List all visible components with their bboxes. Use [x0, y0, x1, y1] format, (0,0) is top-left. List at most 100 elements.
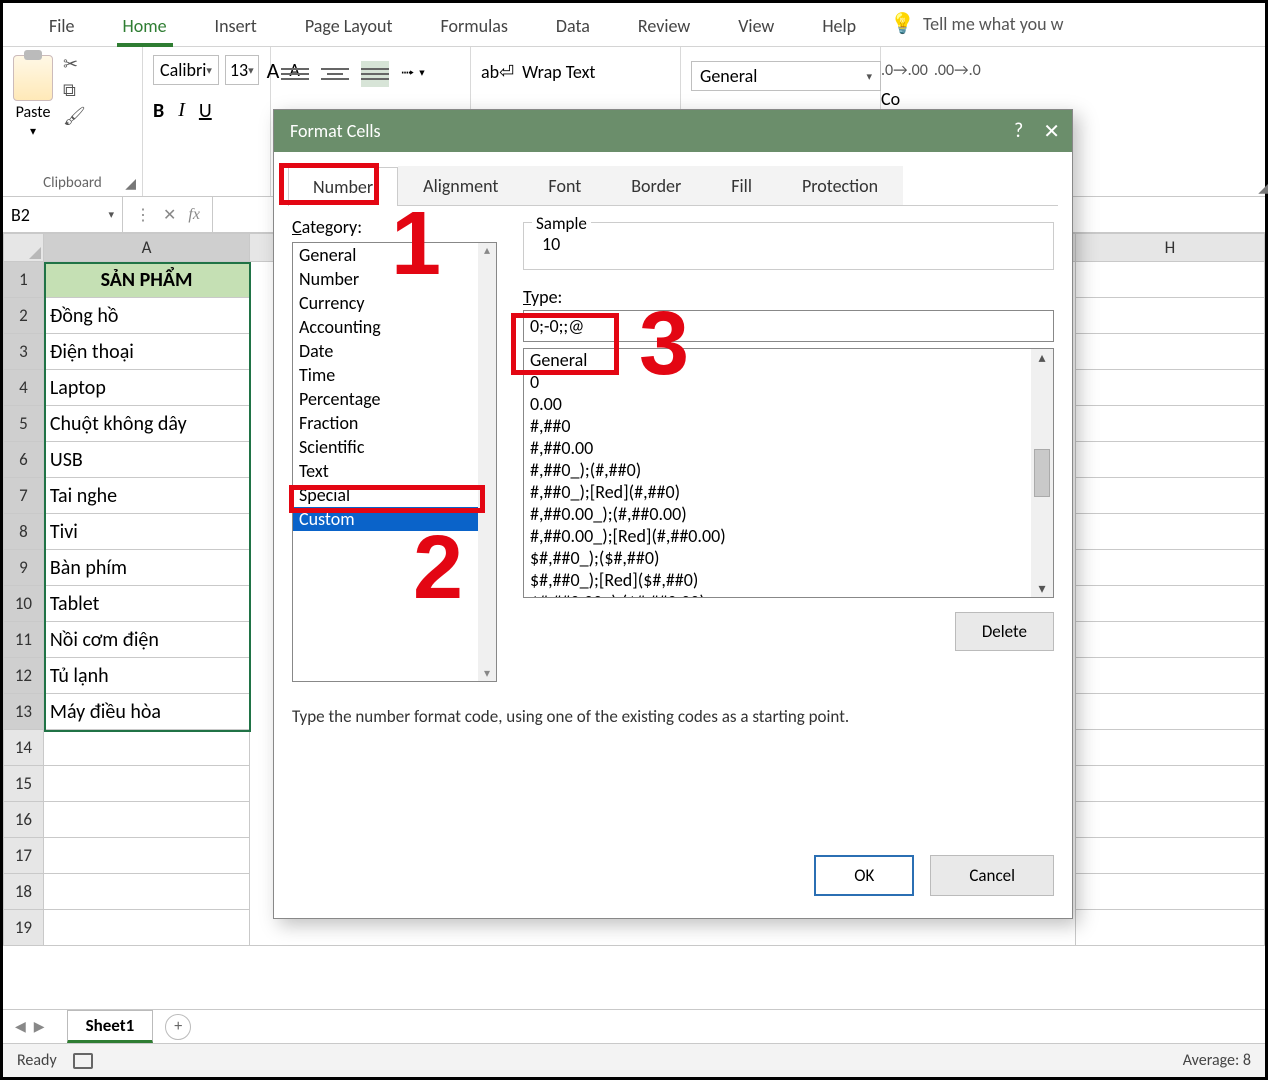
row-header[interactable]: 18 — [4, 874, 44, 910]
type-item[interactable]: 0.00 — [524, 393, 1053, 415]
cell-h9[interactable] — [1075, 550, 1264, 586]
cell-h4[interactable] — [1075, 370, 1264, 406]
italic-button[interactable]: I — [178, 99, 185, 123]
underline-button[interactable]: U — [199, 99, 212, 123]
row-header[interactable]: 6 — [4, 442, 44, 478]
scroll-thumb[interactable] — [1034, 449, 1050, 497]
category-item[interactable]: Date — [293, 339, 496, 363]
cell-a16[interactable] — [43, 802, 249, 838]
formula-menu-icon[interactable]: ⋮ — [135, 205, 151, 225]
col-header-a[interactable]: A — [43, 234, 249, 262]
ok-button[interactable]: OK — [814, 855, 914, 896]
format-painter-icon[interactable]: 🖌 — [63, 107, 86, 125]
copy-icon[interactable]: ⧉ — [63, 81, 86, 99]
cell-a6[interactable]: USB — [43, 442, 249, 478]
dialog-tab-font[interactable]: Font — [523, 166, 606, 205]
bold-button[interactable]: B — [153, 99, 164, 123]
cell-a11[interactable]: Nồi cơm điện — [43, 622, 249, 658]
cell-h19[interactable] — [1075, 910, 1264, 946]
cell-h14[interactable] — [1075, 730, 1264, 766]
type-item[interactable]: #,##0.00_);(#,##0.00) — [524, 503, 1053, 525]
cut-icon[interactable]: ✂ — [63, 55, 86, 73]
cell-h13[interactable] — [1075, 694, 1264, 730]
decrease-decimal-icon[interactable]: .0→.00 — [881, 61, 928, 80]
cell-h3[interactable] — [1075, 334, 1264, 370]
row-header[interactable]: 4 — [4, 370, 44, 406]
align-bottom-icon[interactable] — [361, 61, 389, 87]
cell-a8[interactable]: Tivi — [43, 514, 249, 550]
row-header[interactable]: 1 — [4, 262, 44, 298]
row-header[interactable]: 13 — [4, 694, 44, 730]
row-header[interactable]: 16 — [4, 802, 44, 838]
type-item[interactable]: $#,##0_);($#,##0) — [524, 547, 1053, 569]
cell-a14[interactable] — [43, 730, 249, 766]
category-item[interactable]: Currency — [293, 291, 496, 315]
row-header[interactable]: 7 — [4, 478, 44, 514]
category-list[interactable]: General Number Currency Accounting Date … — [292, 242, 497, 682]
row-header[interactable]: 15 — [4, 766, 44, 802]
dialog-tab-number[interactable]: Number — [288, 167, 398, 206]
dialog-tab-border[interactable]: Border — [606, 166, 706, 205]
type-item[interactable]: #,##0 — [524, 415, 1053, 437]
cell-a9[interactable]: Bàn phím — [43, 550, 249, 586]
help-icon[interactable]: ? — [1014, 119, 1023, 144]
cell-h15[interactable] — [1075, 766, 1264, 802]
align-top-icon[interactable] — [281, 61, 309, 87]
chevron-down-icon[interactable]: ▾ — [30, 124, 36, 139]
tab-formulas[interactable]: Formulas — [417, 11, 532, 47]
tab-data[interactable]: Data — [532, 11, 614, 47]
delete-button[interactable]: Delete — [955, 612, 1054, 651]
orientation-icon[interactable]: ⭬ ▾ — [401, 61, 425, 91]
tab-view[interactable]: View — [714, 11, 798, 47]
type-item[interactable]: #,##0.00_);[Red](#,##0.00) — [524, 525, 1053, 547]
category-item[interactable]: Text — [293, 459, 496, 483]
paste-button[interactable]: Paste ▾ — [13, 55, 53, 139]
scroll-down-icon[interactable]: ▾ — [1038, 580, 1045, 597]
number-format-select[interactable]: General▾ — [691, 61, 881, 91]
cell-h6[interactable] — [1075, 442, 1264, 478]
row-header[interactable]: 2 — [4, 298, 44, 334]
cell-a5[interactable]: Chuột không dây — [43, 406, 249, 442]
cell-h7[interactable] — [1075, 478, 1264, 514]
cancel-button[interactable]: Cancel — [930, 855, 1054, 896]
fx-icon[interactable]: fx — [188, 206, 200, 224]
col-header-h[interactable]: H — [1075, 234, 1264, 262]
type-item[interactable]: General — [524, 349, 1053, 371]
row-header[interactable]: 14 — [4, 730, 44, 766]
category-item[interactable]: Number — [293, 267, 496, 291]
scroll-down-icon[interactable]: ▾ — [484, 666, 490, 681]
cell-a3[interactable]: Điện thoại — [43, 334, 249, 370]
tab-home[interactable]: Home — [99, 11, 191, 47]
scroll-up-icon[interactable]: ▴ — [484, 243, 490, 258]
cell-h1[interactable] — [1075, 262, 1264, 298]
type-item[interactable]: $#,##0_);[Red]($#,##0) — [524, 569, 1053, 591]
row-header[interactable]: 17 — [4, 838, 44, 874]
type-list[interactable]: General 0 0.00 #,##0 #,##0.00 #,##0_);(#… — [523, 348, 1054, 598]
category-item[interactable]: Fraction — [293, 411, 496, 435]
cell-a7[interactable]: Tai nghe — [43, 478, 249, 514]
cell-h17[interactable] — [1075, 838, 1264, 874]
cell-h12[interactable] — [1075, 658, 1264, 694]
scroll-up-icon[interactable]: ▴ — [1038, 349, 1045, 366]
category-item[interactable]: Special — [293, 483, 496, 507]
cell-a1[interactable]: SẢN PHẨM — [43, 262, 249, 298]
wrap-text-button[interactable]: ab⏎Wrap Text — [481, 61, 670, 83]
cell-h16[interactable] — [1075, 802, 1264, 838]
cell-a12[interactable]: Tủ lạnh — [43, 658, 249, 694]
row-header[interactable]: 8 — [4, 514, 44, 550]
cell-h18[interactable] — [1075, 874, 1264, 910]
tab-help[interactable]: Help — [798, 11, 880, 47]
increase-decimal-icon[interactable]: .00→.0 — [934, 61, 981, 80]
type-item[interactable]: #,##0.00 — [524, 437, 1053, 459]
sheet-nav-next-icon[interactable]: ▶ — [34, 1018, 45, 1035]
category-item[interactable]: Percentage — [293, 387, 496, 411]
cell-a2[interactable]: Đồng hồ — [43, 298, 249, 334]
cell-a4[interactable]: Laptop — [43, 370, 249, 406]
category-item[interactable]: General — [293, 243, 496, 267]
category-item[interactable]: Accounting — [293, 315, 496, 339]
dialog-tab-fill[interactable]: Fill — [706, 166, 777, 205]
row-header[interactable]: 3 — [4, 334, 44, 370]
scrollbar[interactable]: ▴▾ — [1031, 349, 1053, 597]
type-item[interactable]: #,##0_);[Red](#,##0) — [524, 481, 1053, 503]
cancel-formula-icon[interactable]: ✕ — [163, 205, 176, 225]
